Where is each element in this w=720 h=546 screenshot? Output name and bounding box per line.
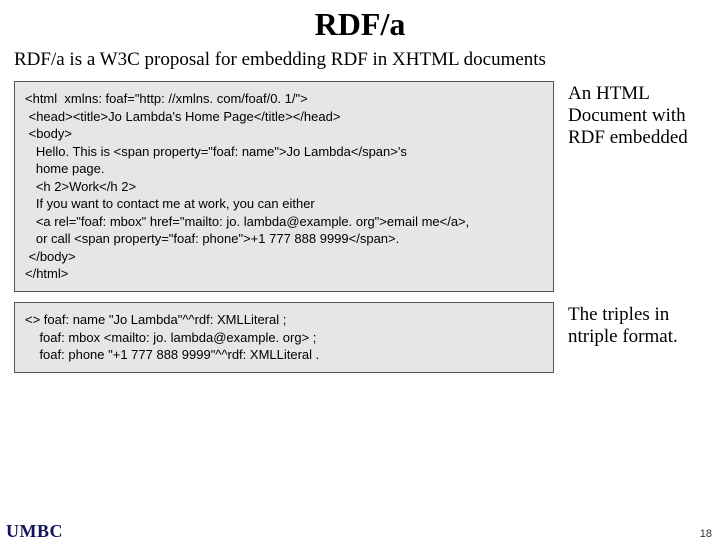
caption-2: The triples in ntriple format. — [568, 302, 706, 348]
caption-1: An HTML Document with RDF embedded — [568, 81, 706, 149]
footer-logo: UMBC — [6, 521, 63, 542]
example-row-1: <html xmlns: foaf="http: //xmlns. com/fo… — [14, 81, 706, 292]
example-row-2: <> foaf: name "Jo Lambda"^^rdf: XMLLiter… — [14, 302, 706, 373]
page-number: 18 — [700, 528, 712, 540]
code-block-html: <html xmlns: foaf="http: //xmlns. com/fo… — [14, 81, 554, 292]
slide-title: RDF/a — [0, 6, 720, 43]
intro-text: RDF/a is a W3C proposal for embedding RD… — [14, 49, 706, 71]
code-block-ntriples: <> foaf: name "Jo Lambda"^^rdf: XMLLiter… — [14, 302, 554, 373]
